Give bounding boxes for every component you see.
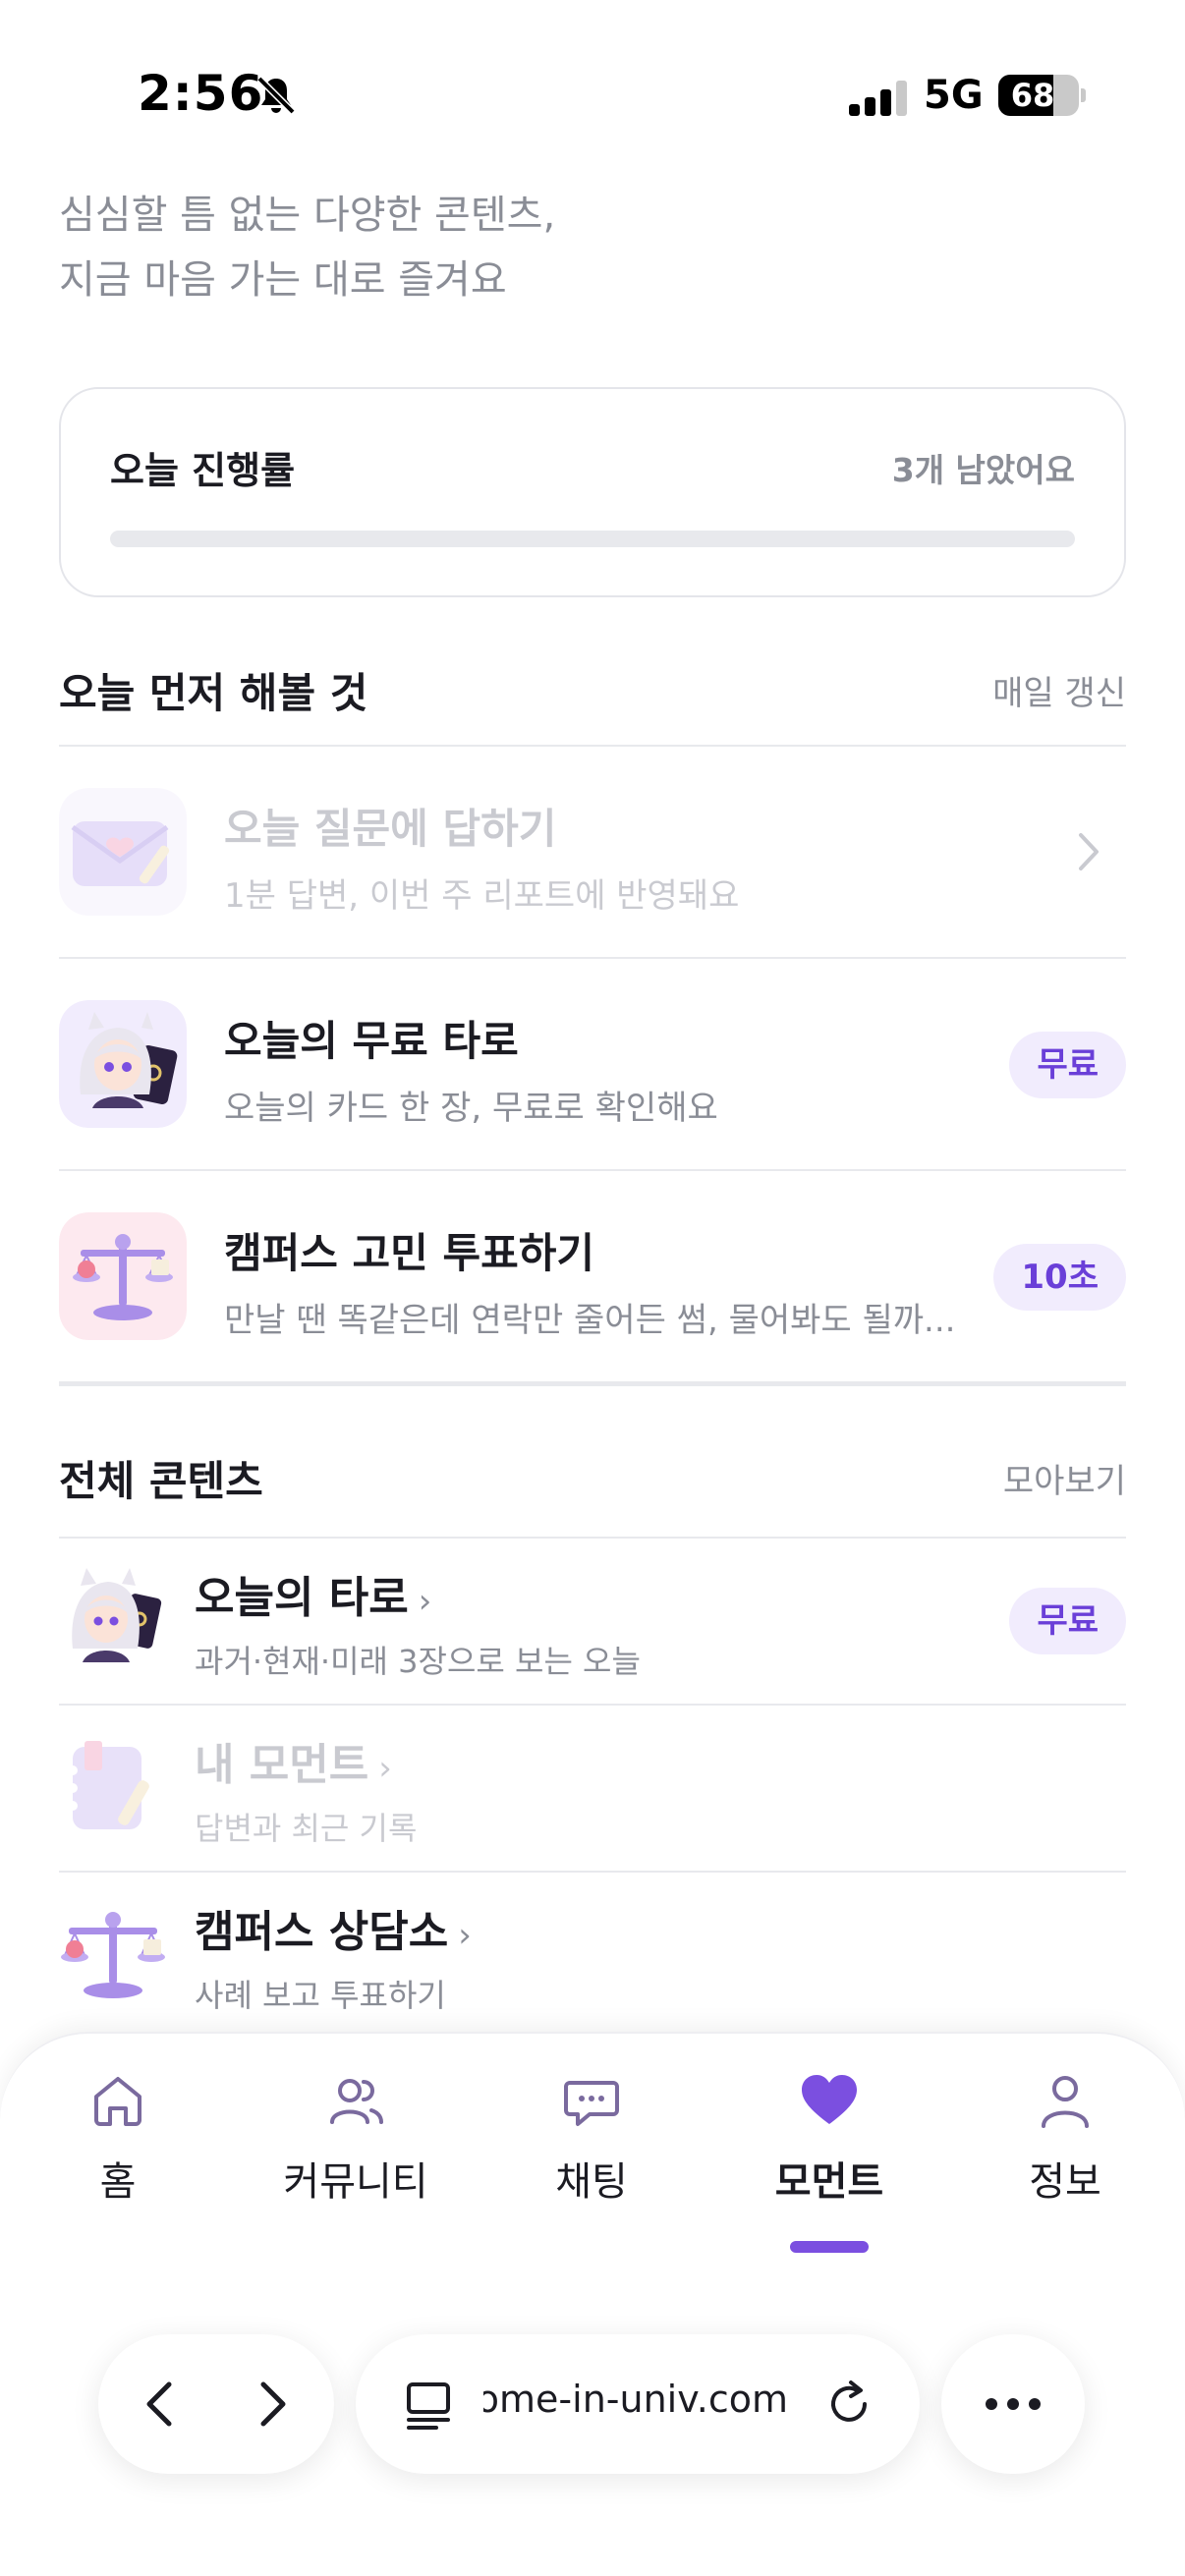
content-title: 캠퍼스 상담소 <box>195 1907 449 1957</box>
nav-item-moment[interactable]: 모먼트 <box>731 2069 928 2226</box>
notebook-icon <box>68 1741 149 1829</box>
person-icon <box>1042 2076 1089 2128</box>
task-free-tarot[interactable]: 오늘의 무료 타로 오늘의 카드 한 장, 무료로 확인해요 무료 <box>59 959 1126 1169</box>
intro-line-2: 지금 마음 가는 대로 즐겨요 <box>59 257 507 303</box>
intro-text: 심심할 틈 없는 다양한 콘텐츠, 지금 마음 가는 대로 즐겨요 <box>59 183 1042 312</box>
content-title-wrap: 캠퍼스 상담소 › <box>195 1896 472 1959</box>
network-type: 5G <box>924 73 984 118</box>
users-icon <box>330 2079 383 2124</box>
chevron-right-icon: › <box>458 1916 472 1955</box>
time-badge: 10초 <box>993 1244 1126 1311</box>
content-subtitle: 사례 보고 투표하기 <box>195 1977 446 2014</box>
progress-title: 오늘 진행률 <box>110 449 296 492</box>
free-badge: 무료 <box>1009 1032 1126 1098</box>
nav-label: 채팅 <box>555 2159 628 2205</box>
browser-toolbar: welcome-in-univ.com <box>0 2319 1185 2515</box>
task-title: 오늘의 무료 타로 <box>224 1017 519 1065</box>
bell-muted-icon <box>256 76 296 115</box>
task-campus-vote[interactable]: 캠퍼스 고민 투표하기 만날 땐 똑같은데 연락만 줄어든 썸, 물어봐도 될까… <box>59 1171 1126 1381</box>
task-title: 캠퍼스 고민 투표하기 <box>224 1229 595 1277</box>
task-subtitle: 오늘의 카드 한 장, 무료로 확인해요 <box>224 1089 718 1128</box>
chevron-right-icon: › <box>378 1749 392 1788</box>
battery-icon: 68 <box>998 75 1079 116</box>
content-title-wrap: 내 모먼트 › <box>195 1729 392 1792</box>
chevron-right-icon: › <box>418 1582 432 1621</box>
balance-scale-icon <box>59 1212 187 1340</box>
nav-label: 커뮤니티 <box>283 2159 428 2205</box>
content-title: 오늘의 타로 <box>195 1573 409 1623</box>
nav-item-community[interactable]: 커뮤니티 <box>257 2069 454 2226</box>
tarot-character-icon <box>72 1568 162 1662</box>
progress-card: 오늘 진행률 3개 남았어요 <box>59 387 1126 597</box>
free-badge: 무료 <box>1009 1588 1126 1654</box>
heart-icon <box>802 2075 857 2124</box>
progress-bar <box>110 531 1075 547</box>
content-subtitle: 과거·현재·미래 3장으로 보는 오늘 <box>195 1643 641 1680</box>
nav-label: 홈 <box>99 2159 137 2205</box>
chevron-right-icon <box>1079 833 1099 870</box>
content-today-tarot[interactable]: 오늘의 타로 › 과거·현재·미래 3장으로 보는 오늘 무료 <box>59 1539 1126 1706</box>
more-icon <box>986 2398 1041 2410</box>
nav-item-chat[interactable]: 채팅 <box>493 2069 690 2226</box>
battery-cap <box>1081 88 1086 102</box>
content-my-moment[interactable]: 내 모먼트 › 답변과 최근 기록 <box>59 1706 1126 1873</box>
back-icon[interactable] <box>134 2377 189 2432</box>
nav-label: 정보 <box>1029 2159 1101 2205</box>
content-title-wrap: 오늘의 타로 › <box>195 1562 431 1625</box>
balance-scale-icon <box>61 1912 165 1998</box>
task-answer-question[interactable]: 오늘 질문에 답하기 1분 답변, 이번 주 리포트에 반영돼요 <box>59 747 1126 957</box>
active-tab-indicator <box>790 2241 869 2253</box>
address-bar[interactable]: welcome-in-univ.com <box>356 2334 920 2474</box>
url-text: welcome-in-univ.com <box>483 2378 788 2421</box>
status-time: 2:56 <box>138 65 264 122</box>
task-title: 오늘 질문에 답하기 <box>224 805 557 853</box>
forward-icon[interactable] <box>244 2377 299 2432</box>
content-campus-counseling[interactable]: 캠퍼스 상담소 › 사례 보고 투표하기 <box>59 1873 1126 2040</box>
task-subtitle: 1분 답변, 이번 주 리포트에 반영돼요 <box>224 876 740 916</box>
daily-refresh-label: 매일 갱신 <box>992 674 1126 713</box>
nav-label: 모먼트 <box>774 2159 884 2205</box>
reload-icon[interactable] <box>821 2377 876 2432</box>
content-subtitle: 답변과 최근 기록 <box>195 1810 418 1847</box>
more-button[interactable] <box>941 2334 1085 2474</box>
nav-item-home[interactable]: 홈 <box>20 2069 216 2226</box>
intro-line-1: 심심할 틈 없는 다양한 콘텐츠, <box>59 193 556 238</box>
section-title: 오늘 먼저 해볼 것 <box>59 669 368 717</box>
chat-bubble-icon <box>564 2081 619 2126</box>
browser-nav-group <box>98 2334 334 2474</box>
nav-item-info[interactable]: 정보 <box>967 2069 1163 2226</box>
progress-remaining: 3개 남았어요 <box>891 451 1075 489</box>
reader-mode-icon[interactable] <box>401 2377 456 2432</box>
task-subtitle: 만날 땐 똑같은데 연락만 줄어든 썸, 물어봐도 될까... <box>224 1301 956 1340</box>
section-divider <box>59 1381 1126 1386</box>
battery-percent: 68 <box>1010 77 1055 114</box>
content-title: 내 모먼트 <box>195 1740 369 1790</box>
view-all-link[interactable]: 모아보기 <box>1003 1454 1126 1502</box>
cellular-signal-icon <box>849 81 908 116</box>
home-icon <box>94 2077 141 2126</box>
status-bar: 2:56 5G 68 <box>0 0 1185 187</box>
section-title: 전체 콘텐츠 <box>59 1457 263 1505</box>
tarot-character-icon <box>59 1000 187 1128</box>
envelope-heart-icon <box>59 788 187 916</box>
